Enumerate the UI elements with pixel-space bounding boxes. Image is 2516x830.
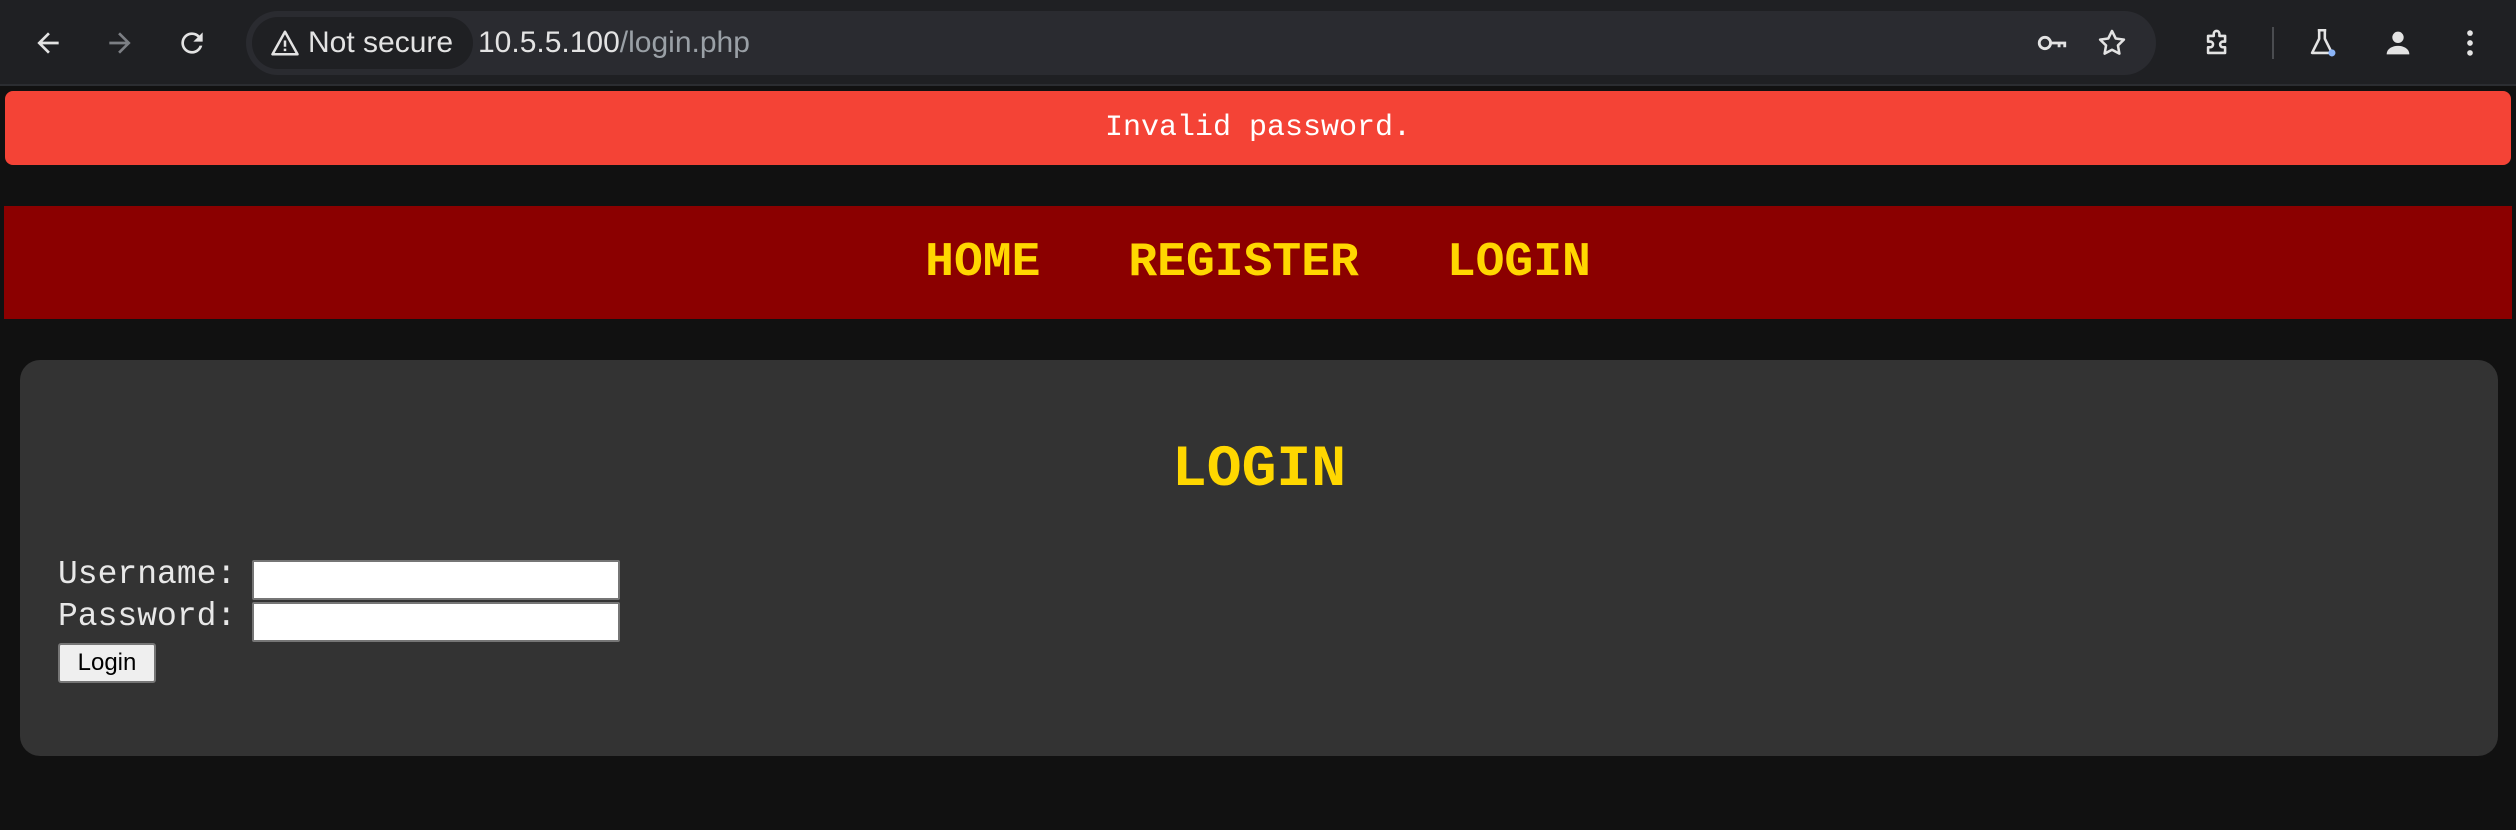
toolbar-divider [2272, 27, 2274, 59]
password-input[interactable] [252, 602, 620, 642]
error-alert: Invalid password. [5, 91, 2511, 165]
browser-menu-button[interactable] [2448, 21, 2492, 65]
flask-icon [2310, 28, 2336, 57]
url-text[interactable]: 10.5.5.100/login.php [478, 11, 750, 75]
username-input[interactable] [252, 560, 620, 600]
reload-button[interactable] [168, 19, 216, 67]
bookmark-button[interactable] [2092, 23, 2132, 63]
site-nav: HOME REGISTER LOGIN [4, 206, 2512, 319]
nav-link-login[interactable]: LOGIN [1447, 236, 1591, 290]
login-title: LOGIN [1171, 438, 1347, 503]
security-label: Not secure [308, 26, 454, 59]
star-icon [2098, 29, 2126, 55]
puzzle-icon [2206, 29, 2227, 55]
url-path: /login.php [619, 26, 750, 59]
key-icon [2037, 35, 2067, 51]
person-icon [2386, 31, 2410, 55]
profile-button[interactable] [2376, 21, 2420, 65]
reload-icon [181, 32, 203, 54]
warning-triangle-icon [271, 30, 299, 56]
arrow-right-icon [109, 32, 131, 54]
arrow-left-icon [37, 32, 59, 54]
labs-button[interactable] [2300, 21, 2344, 65]
nav-link-register[interactable]: REGISTER [1128, 236, 1358, 290]
login-panel: LOGIN Username: Password: Login [20, 360, 2498, 756]
security-indicator[interactable]: Not secure [252, 17, 474, 69]
address-bar[interactable]: Not secure 10.5.5.100/login.php [246, 11, 2156, 75]
browser-toolbar: Not secure 10.5.5.100/login.php [0, 0, 2516, 86]
login-submit-button[interactable]: Login [58, 643, 156, 683]
alert-message: Invalid password. [1104, 111, 1412, 145]
forward-button[interactable] [96, 19, 144, 67]
extensions-button[interactable] [2196, 21, 2240, 65]
kebab-menu-icon [2467, 30, 2473, 56]
username-label: Username: [58, 556, 237, 593]
password-manager-button[interactable] [2032, 23, 2072, 63]
url-host: 10.5.5.100 [478, 26, 620, 59]
nav-link-home[interactable]: HOME [925, 236, 1040, 290]
back-button[interactable] [24, 19, 72, 67]
password-label: Password: [58, 598, 237, 635]
